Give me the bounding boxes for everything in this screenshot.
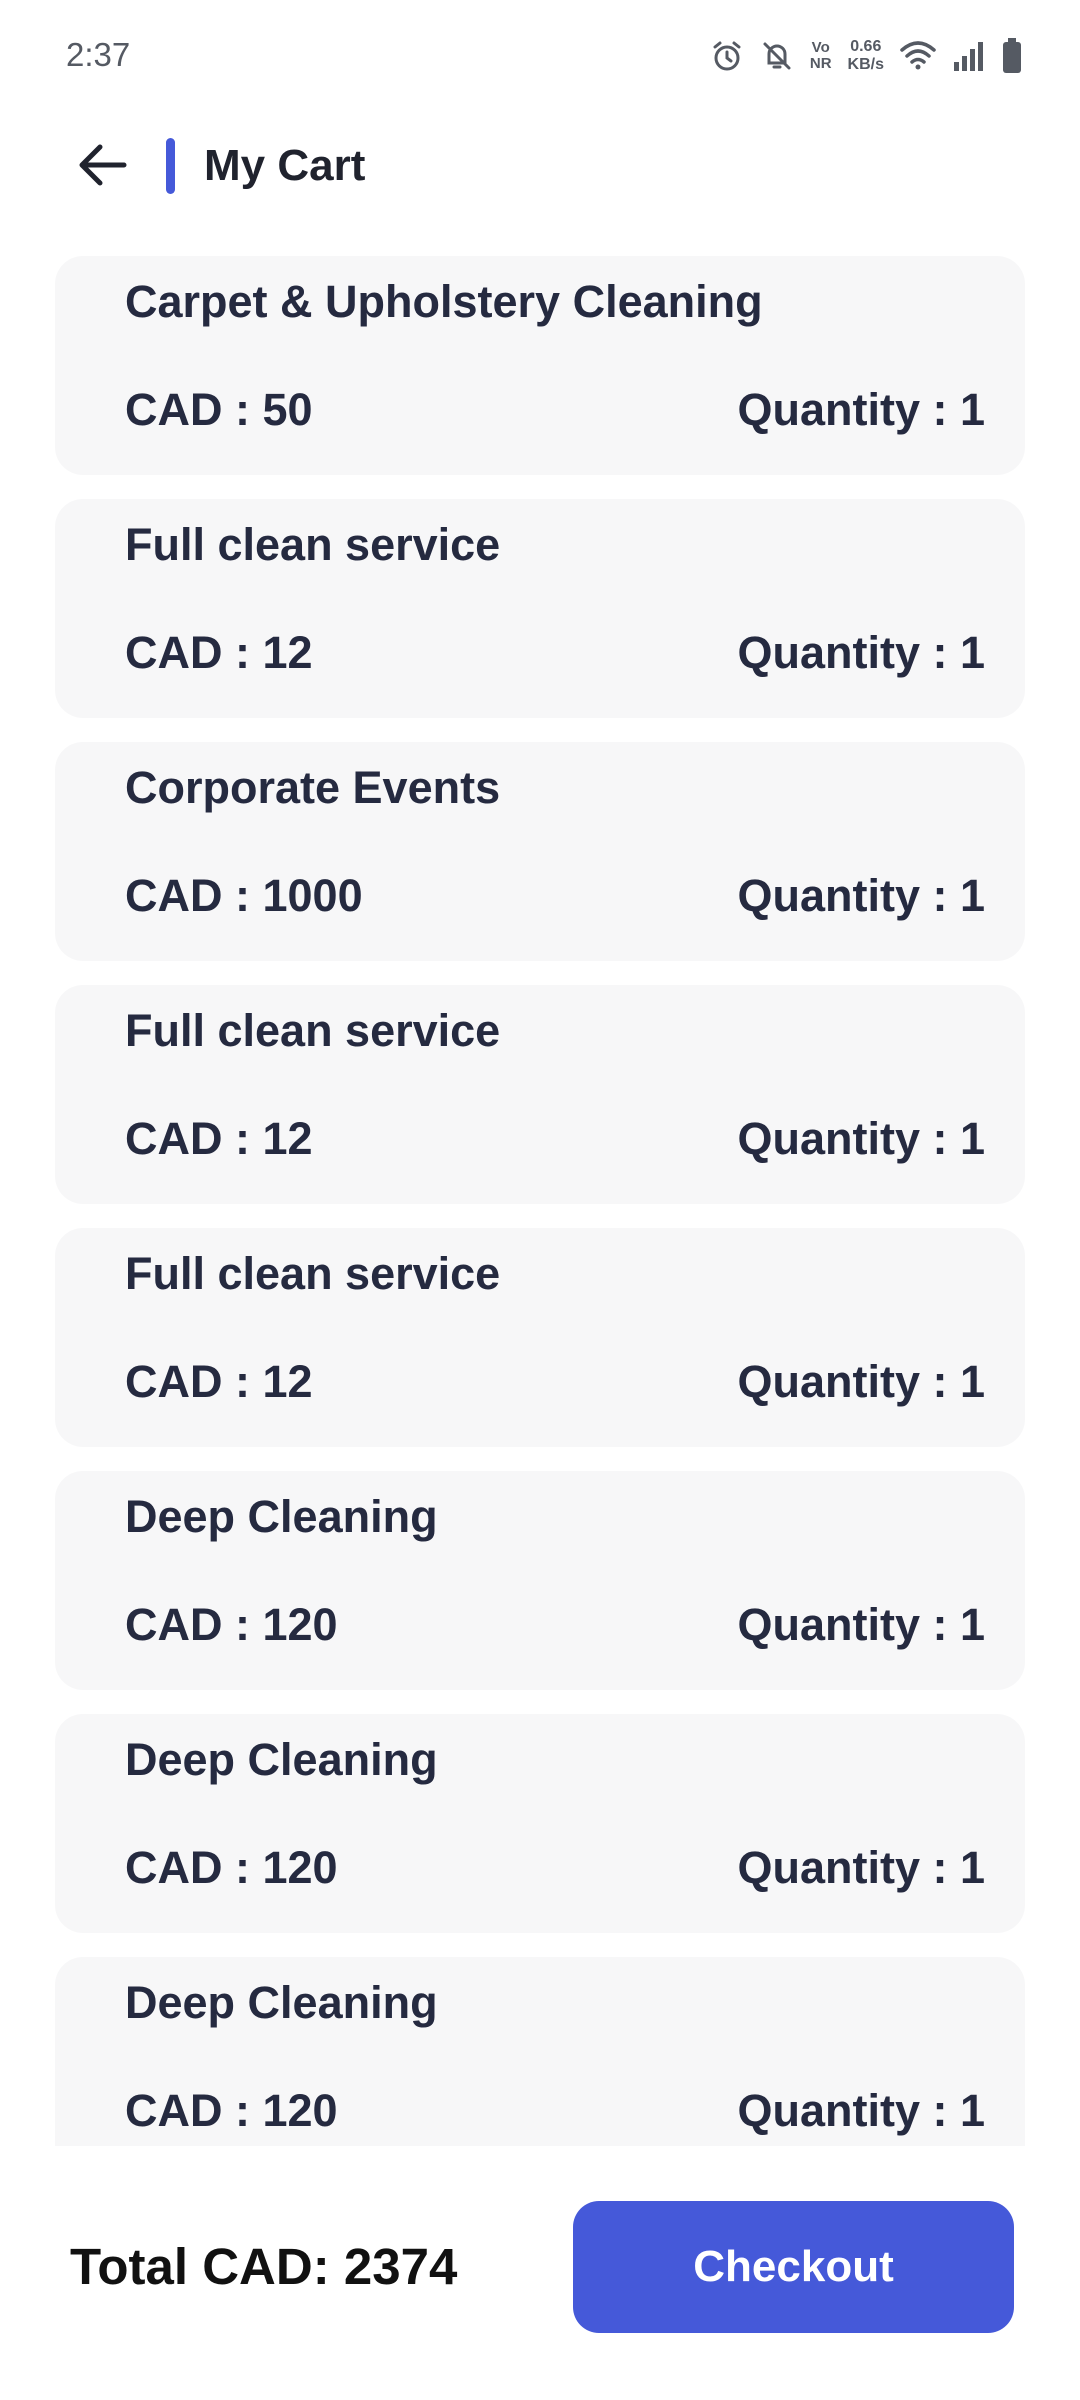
status-bar: 2:37 Vo NR 0.66 KB/s (0, 0, 1080, 110)
cart-item[interactable]: Corporate Events CAD : 1000 Quantity : 1 (55, 742, 1025, 961)
cart-item[interactable]: Full clean service CAD : 12 Quantity : 1 (55, 985, 1025, 1204)
net-speed: 0.66 KB/s (848, 38, 884, 74)
item-quantity: Quantity : 1 (737, 384, 985, 435)
item-price: CAD : 120 (125, 2085, 338, 2136)
cart-item[interactable]: Deep Cleaning CAD : 120 Quantity : 1 (55, 1957, 1025, 2146)
vonr-icon: Vo NR (810, 40, 832, 72)
cart-footer: Total CAD: 2374 Checkout (0, 2150, 1080, 2400)
item-price: CAD : 120 (125, 1842, 338, 1893)
item-name: Full clean service (125, 1005, 501, 1056)
item-name: Deep Cleaning (125, 1977, 438, 2028)
battery-icon (1002, 38, 1022, 74)
status-time: 2:37 (66, 36, 131, 73)
item-quantity: Quantity : 1 (737, 1356, 985, 1407)
item-name: Corporate Events (125, 762, 501, 813)
item-quantity: Quantity : 1 (737, 1842, 985, 1893)
item-name: Carpet & Upholstery Cleaning (125, 276, 763, 327)
item-name: Full clean service (125, 519, 501, 570)
item-quantity: Quantity : 1 (737, 870, 985, 921)
item-name: Full clean service (125, 1248, 501, 1299)
cart-item[interactable]: Full clean service CAD : 12 Quantity : 1 (55, 499, 1025, 718)
cart-item[interactable]: Deep Cleaning CAD : 120 Quantity : 1 (55, 1714, 1025, 1933)
item-price: CAD : 12 (125, 1356, 313, 1407)
app-header: My Cart (0, 125, 1080, 205)
item-quantity: Quantity : 1 (737, 1113, 985, 1164)
arrow-left-icon (76, 143, 128, 192)
net-speed-value: 0.66 (850, 38, 882, 55)
title-accent-bar (166, 138, 175, 194)
cart-item[interactable]: Full clean service CAD : 12 Quantity : 1 (55, 1228, 1025, 1447)
signal-icon (952, 40, 986, 72)
vonr-top: Vo (811, 39, 830, 56)
bell-off-icon (760, 39, 794, 73)
item-price: CAD : 12 (125, 1113, 313, 1164)
item-quantity: Quantity : 1 (737, 2085, 985, 2136)
item-quantity: Quantity : 1 (737, 627, 985, 678)
item-price: CAD : 12 (125, 627, 313, 678)
item-name: Deep Cleaning (125, 1734, 438, 1785)
net-speed-unit: KB/s (847, 56, 884, 73)
cart-list[interactable]: Carpet & Upholstery Cleaning CAD : 50 Qu… (55, 256, 1025, 2146)
cart-item[interactable]: Carpet & Upholstery Cleaning CAD : 50 Qu… (55, 256, 1025, 475)
alarm-icon (710, 39, 744, 73)
wifi-icon (900, 40, 936, 72)
vonr-bottom: NR (809, 55, 832, 72)
status-icons: Vo NR 0.66 KB/s (710, 34, 1022, 78)
item-price: CAD : 1000 (125, 870, 363, 921)
page-title: My Cart (204, 141, 366, 190)
checkout-button[interactable]: Checkout (573, 2201, 1014, 2333)
back-button[interactable] (72, 137, 132, 197)
item-quantity: Quantity : 1 (737, 1599, 985, 1650)
item-price: CAD : 120 (125, 1599, 338, 1650)
cart-total: Total CAD: 2374 (70, 2238, 458, 2295)
cart-item[interactable]: Deep Cleaning CAD : 120 Quantity : 1 (55, 1471, 1025, 1690)
item-name: Deep Cleaning (125, 1491, 438, 1542)
item-price: CAD : 50 (125, 384, 313, 435)
